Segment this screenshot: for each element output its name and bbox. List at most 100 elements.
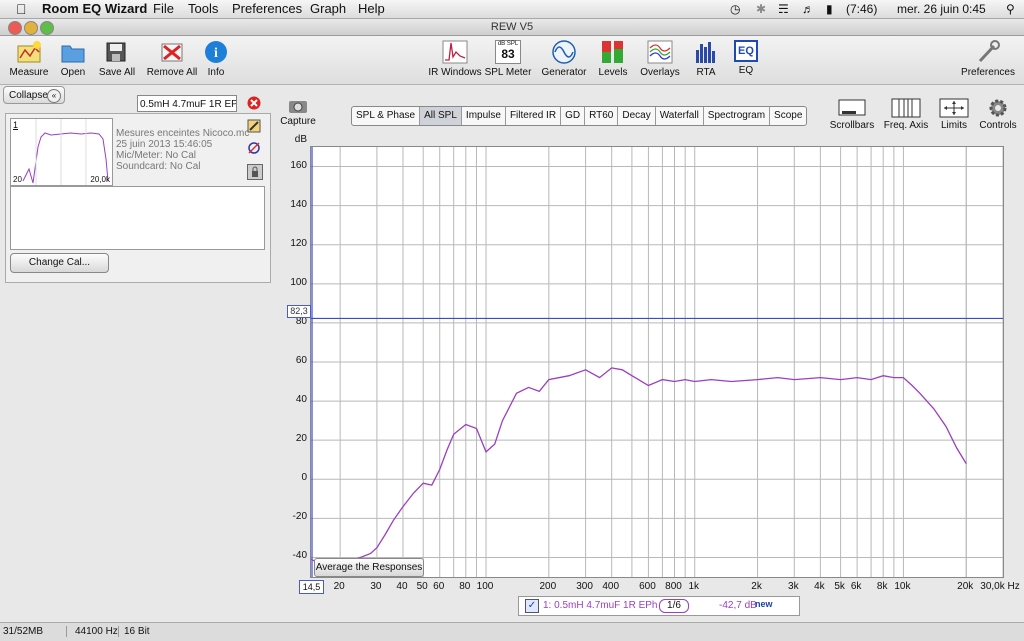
- tab-scope[interactable]: Scope: [770, 107, 806, 125]
- freq-axis-button[interactable]: Freq. Axis: [882, 98, 930, 131]
- eq-button[interactable]: EQ EQ: [717, 40, 775, 76]
- close-window-button[interactable]: [8, 21, 22, 35]
- x-tick-label: 80: [459, 581, 471, 592]
- ir-windows-button[interactable]: IR Windows: [426, 40, 484, 78]
- graph-tabs: SPL & Phase All SPL Impulse Filtered IR …: [351, 106, 808, 126]
- app-menu[interactable]: Room EQ Wizard: [42, 1, 147, 16]
- change-cal-button[interactable]: Change Cal...: [10, 253, 109, 273]
- sample-rate: 44100 Hz: [66, 626, 118, 637]
- lock-icon[interactable]: [247, 164, 263, 180]
- controls-button[interactable]: Controls: [976, 98, 1020, 131]
- ir-windows-icon: [442, 40, 468, 64]
- measure-icon: [16, 40, 42, 64]
- graph-legend: ✓ 1: 0.5mH 4.7muF 1R EPh 1/6 -42,7 dB ne…: [518, 596, 800, 616]
- tab-gd[interactable]: GD: [561, 107, 586, 125]
- x-axis-end-label: 30,0k Hz: [980, 581, 1020, 592]
- info-date: 25 juin 2013 15:46:05: [116, 139, 213, 150]
- time-machine-icon[interactable]: ◷: [730, 2, 740, 16]
- apple-menu-icon[interactable]: : [16, 1, 27, 17]
- clock[interactable]: mer. 26 juin 0:45: [897, 2, 986, 16]
- x-tick-label: 400: [602, 581, 620, 592]
- main-toolbar: Measure Open Save All Remove All i Info …: [0, 36, 1024, 85]
- tab-all-spl[interactable]: All SPL: [420, 107, 462, 125]
- new-badge: new: [755, 599, 773, 609]
- info-soundcard: Soundcard: No Cal: [116, 161, 201, 172]
- x-cursor-label: 14,5: [299, 580, 324, 594]
- tool-icon[interactable]: [247, 141, 261, 155]
- x-tick-label: 800: [665, 581, 682, 592]
- x-tick-label: 40: [396, 581, 408, 592]
- x-tick-label: 200: [539, 581, 557, 592]
- tab-decay[interactable]: Decay: [618, 107, 656, 125]
- remove-measurement-icon[interactable]: [247, 96, 261, 110]
- x-tick-label: 50: [416, 581, 428, 592]
- y-tick-label: -40: [292, 550, 307, 562]
- x-tick-label: 8k: [876, 581, 888, 592]
- legend-level: -42,7 dB: [719, 600, 757, 611]
- menu-preferences[interactable]: Preferences: [232, 1, 302, 16]
- y-tick-label: 140: [290, 198, 307, 210]
- info-mic: Mic/Meter: No Cal: [116, 150, 197, 161]
- info-icon: i: [203, 40, 229, 64]
- edit-icon[interactable]: [247, 119, 261, 133]
- notes-textarea[interactable]: [10, 186, 265, 250]
- camera-icon: [280, 98, 316, 116]
- minimize-window-button[interactable]: [24, 21, 38, 35]
- chevron-left-icon: «: [47, 89, 61, 103]
- scrollbars-button[interactable]: Scrollbars: [828, 98, 876, 131]
- x-tick-label: 30: [370, 581, 382, 592]
- limits-button[interactable]: Limits: [934, 98, 974, 131]
- zoom-window-button[interactable]: [40, 21, 54, 35]
- window-title: REW V5: [490, 21, 534, 33]
- x-tick-label: 20k: [957, 581, 974, 592]
- capture-button[interactable]: Capture: [280, 98, 316, 127]
- legend-checkbox[interactable]: ✓: [525, 599, 539, 613]
- battery-time: (7:46): [846, 2, 878, 16]
- x-tick-label: 100: [476, 581, 494, 592]
- remove-icon: [159, 40, 185, 64]
- volume-icon[interactable]: ♬: [802, 2, 814, 16]
- rta-icon: [693, 40, 719, 64]
- tab-filtered-ir[interactable]: Filtered IR: [506, 107, 562, 125]
- tab-rt60[interactable]: RT60: [585, 107, 619, 125]
- y-tick-label: 0: [301, 472, 307, 484]
- x-tick-label: 300: [576, 581, 593, 592]
- measurement-name-field[interactable]: 0.5mH 4.7muF 1R EPh: [137, 95, 237, 112]
- overlays-icon: [647, 40, 673, 64]
- spotlight-icon[interactable]: ⚲: [1006, 2, 1015, 16]
- eq-icon: EQ: [734, 40, 758, 62]
- menu-bar:  Room EQ Wizard File Tools Preferences …: [0, 0, 1024, 19]
- x-tick-label: 6k: [850, 581, 862, 592]
- info-button[interactable]: i Info: [187, 40, 245, 78]
- y-tick-label: -20: [292, 511, 307, 523]
- menu-file[interactable]: File: [153, 1, 174, 16]
- measurement-thumbnail[interactable]: 1 20 20,0k: [10, 118, 113, 186]
- freq-axis-icon: [882, 98, 930, 118]
- bluetooth-icon[interactable]: ✱: [756, 2, 766, 16]
- y-tick-label: 160: [290, 159, 307, 171]
- x-tick-label: 20: [333, 581, 345, 592]
- average-responses-button[interactable]: Average the Responses: [314, 558, 424, 577]
- spl-graph[interactable]: [310, 146, 1004, 578]
- menu-graph[interactable]: Graph: [310, 1, 346, 16]
- folder-icon: [60, 40, 86, 64]
- spl-meter-button[interactable]: dB SPL 83 SPL Meter: [479, 40, 537, 78]
- wrench-icon: [975, 40, 1001, 64]
- save-all-button[interactable]: Save All: [88, 40, 146, 78]
- x-tick-label: 1k: [688, 581, 699, 592]
- y-tick-label: 60: [295, 355, 307, 366]
- x-tick-label: 60: [433, 581, 445, 592]
- collapse-button[interactable]: Collapse «: [3, 86, 65, 104]
- menu-tools[interactable]: Tools: [188, 1, 218, 16]
- battery-icon[interactable]: ▮: [826, 2, 833, 16]
- scrollbars-icon: [828, 98, 876, 118]
- bit-depth: 16 Bit: [118, 626, 150, 637]
- tab-waterfall[interactable]: Waterfall: [656, 107, 704, 125]
- smoothing-badge[interactable]: 1/6: [659, 599, 689, 613]
- tab-spectrogram[interactable]: Spectrogram: [704, 107, 771, 125]
- tab-impulse[interactable]: Impulse: [462, 107, 506, 125]
- wifi-icon[interactable]: ☴: [778, 2, 789, 16]
- menu-help[interactable]: Help: [358, 1, 385, 16]
- preferences-button[interactable]: Preferences: [959, 40, 1017, 78]
- tab-spl-phase[interactable]: SPL & Phase: [352, 107, 421, 125]
